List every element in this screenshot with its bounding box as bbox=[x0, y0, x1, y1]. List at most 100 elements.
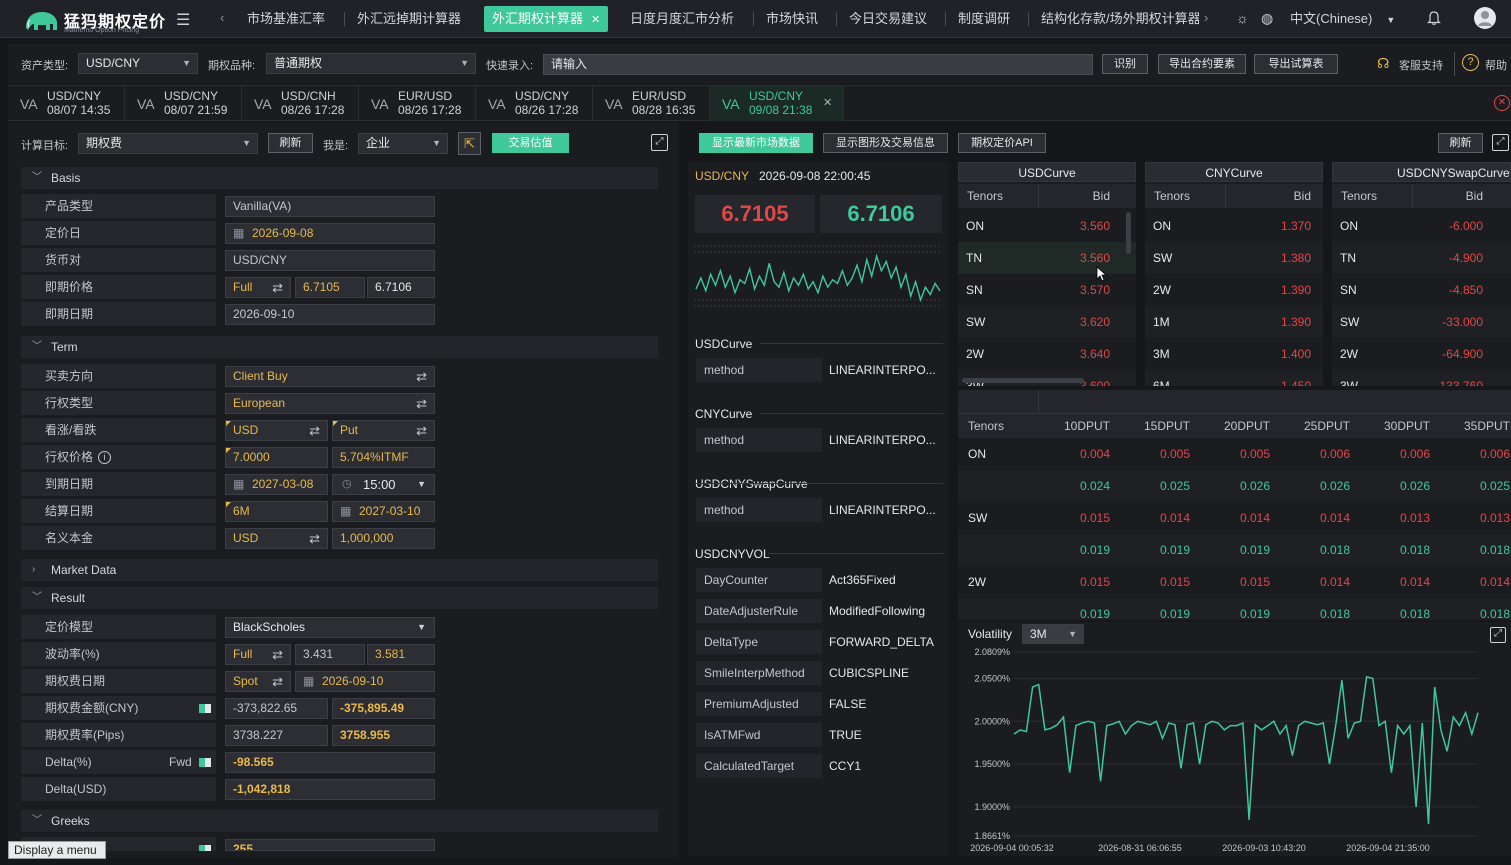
section-market-data-header[interactable]: › Market Data bbox=[21, 559, 658, 581]
table-row[interactable]: TN 3.560 bbox=[958, 242, 1136, 274]
doc-tab[interactable]: VA USD/CNY 08/07 14:35 bbox=[8, 86, 125, 121]
doc-tab[interactable]: VA USD/CNY 08/26 17:28 bbox=[476, 86, 593, 121]
help-label[interactable]: 帮助 bbox=[1485, 57, 1507, 73]
notional-input[interactable]: 1,000,000 bbox=[332, 528, 435, 549]
nav-tab-advice[interactable]: 今日交易建议 bbox=[849, 6, 927, 32]
table-row[interactable]: ON -6.000 bbox=[1332, 210, 1511, 242]
asset-type-select[interactable]: USD/CNY ▼ bbox=[78, 53, 198, 74]
vol-mode-toggle[interactable]: Full ⇄ bbox=[225, 644, 291, 665]
info-icon[interactable]: i bbox=[98, 451, 112, 465]
vertical-scrollbar[interactable] bbox=[1126, 212, 1131, 254]
premium-date-mode-toggle[interactable]: Spot ⇄ bbox=[225, 671, 291, 692]
expiry-time-select[interactable]: ◷ 15:00 ▼ bbox=[332, 474, 435, 495]
expand-icon[interactable]: ⤢ bbox=[1492, 134, 1509, 151]
nav-tab-research[interactable]: 制度调研 bbox=[958, 6, 1010, 32]
nav-tab-market-rate[interactable]: 市场基准汇率 bbox=[247, 6, 325, 32]
table-row[interactable]: SW -33.000 bbox=[1332, 306, 1511, 338]
bid-ask-icon[interactable] bbox=[199, 758, 211, 767]
export-trial-button[interactable]: 导出试算表 bbox=[1254, 54, 1338, 74]
expiry-date-field[interactable]: ▦ 2027-03-08 bbox=[225, 474, 328, 495]
settle-tenor-input[interactable]: 6M bbox=[225, 501, 328, 522]
premium-date-field[interactable]: ▦ 2026-09-10 bbox=[295, 671, 435, 692]
app-logo[interactable]: 猛犸期权定价 Mathemo Option Pricing bbox=[22, 5, 172, 35]
option-variety-select[interactable]: 普通期权 ▼ bbox=[266, 53, 476, 74]
direction-toggle[interactable]: Client Buy ⇄ bbox=[225, 366, 435, 387]
doc-tab[interactable]: VA EUR/USD 08/28 16:35 bbox=[593, 86, 710, 121]
headset-icon[interactable]: ☊ bbox=[1377, 55, 1389, 72]
avatar[interactable] bbox=[1474, 7, 1496, 29]
calc-target-select[interactable]: 期权费 ▼ bbox=[78, 133, 258, 154]
quick-entry-input[interactable]: 请输入 bbox=[543, 54, 1093, 75]
nav-tab-forward-calc[interactable]: 外汇远掉期计算器 bbox=[357, 6, 461, 32]
strike-input[interactable]: 7.0000 bbox=[225, 447, 328, 468]
table-row[interactable]: 2W 3.640 bbox=[958, 338, 1136, 370]
pricing-date-field[interactable]: ▦ 2026-09-08 bbox=[225, 223, 435, 244]
pricing-api-button[interactable]: 期权定价API bbox=[958, 133, 1046, 153]
i-am-select[interactable]: 企业 ▼ bbox=[358, 133, 448, 154]
doc-tab[interactable]: VA EUR/USD 08/26 17:28 bbox=[359, 86, 476, 121]
section-greeks-header[interactable]: ﹀ Greeks bbox=[21, 810, 658, 832]
section-result-header[interactable]: ﹀ Result bbox=[21, 587, 658, 609]
nav-tab-option-calc[interactable]: 外汇期权计算器 ✕ bbox=[484, 6, 609, 32]
notional-ccy-toggle[interactable]: USD ⇄ bbox=[225, 528, 328, 549]
strike-pct-input[interactable]: 5.704%ITMF bbox=[332, 447, 435, 468]
nav-tab-news[interactable]: 市场快讯 bbox=[766, 6, 818, 32]
close-icon[interactable]: ✕ bbox=[823, 96, 832, 109]
refresh-button[interactable]: 刷新 bbox=[268, 133, 313, 153]
bid-ask-icon[interactable] bbox=[199, 845, 211, 851]
close-icon[interactable]: ✕ bbox=[591, 14, 600, 26]
delta-mode-label[interactable]: Fwd bbox=[169, 750, 192, 774]
export-elements-button[interactable]: 导出合约要素 bbox=[1158, 54, 1246, 74]
table-row[interactable]: SN -4.850 bbox=[1332, 274, 1511, 306]
pricing-model-select[interactable]: BlackScholes ▼ bbox=[225, 617, 435, 638]
recognize-button[interactable]: 识别 bbox=[1102, 54, 1148, 74]
table-row[interactable]: SN 3.570 bbox=[958, 274, 1136, 306]
bid-ask-icon[interactable] bbox=[199, 704, 211, 713]
spot-mode-toggle[interactable]: Full ⇄ bbox=[225, 277, 291, 298]
trade-valuation-button[interactable]: 交易估值 bbox=[492, 133, 569, 153]
table-row[interactable]: SW 1.380 bbox=[1145, 242, 1323, 274]
close-all-icon[interactable]: ✕ bbox=[1494, 95, 1510, 111]
table-row[interactable]: ON 3.560 bbox=[958, 210, 1136, 242]
callput-ccy-toggle[interactable]: USD ⇄ bbox=[225, 420, 328, 441]
globe-icon[interactable]: ◍ bbox=[1261, 10, 1273, 27]
table-row[interactable]: 3W -133.760 bbox=[1332, 370, 1511, 386]
nav-next-icon[interactable]: › bbox=[1204, 10, 1208, 25]
doc-tab-active[interactable]: VA USD/CNY 09/08 21:38 ✕ bbox=[710, 86, 844, 121]
support-label[interactable]: 客服支持 bbox=[1399, 57, 1443, 73]
help-icon[interactable]: ? bbox=[1462, 54, 1479, 71]
spot-ask-input[interactable]: 6.7106 bbox=[367, 277, 435, 298]
doc-tab[interactable]: VA USD/CNY 08/07 21:59 bbox=[125, 86, 242, 121]
table-row[interactable]: 0.019 0.019 0.019 0.018 0.018 0.018 bbox=[958, 598, 1511, 620]
nav-prev-icon[interactable]: ‹ bbox=[220, 10, 224, 25]
nav-tab-structured[interactable]: 结构化存款/场外期权计算器 bbox=[1041, 6, 1199, 32]
expand-icon[interactable]: ⤢ bbox=[651, 134, 668, 151]
table-row[interactable]: 0.024 0.025 0.026 0.026 0.026 0.025 bbox=[958, 470, 1511, 502]
table-row[interactable]: ON 1.370 bbox=[1145, 210, 1323, 242]
settle-date-field[interactable]: ▦ 2027-03-10 bbox=[332, 501, 435, 522]
table-row[interactable]: 0.019 0.019 0.019 0.018 0.018 0.018 bbox=[958, 534, 1511, 566]
doc-tab[interactable]: VA USD/CNH 08/26 17:28 bbox=[242, 86, 359, 121]
callput-toggle[interactable]: Put ⇄ bbox=[332, 420, 435, 441]
show-chart-button[interactable]: 显示图形及交易信息 bbox=[823, 133, 948, 153]
table-row[interactable]: 3M 1.400 bbox=[1145, 338, 1323, 370]
table-row[interactable]: ON 0.004 0.005 0.005 0.006 0.006 0.006 bbox=[958, 438, 1511, 470]
table-row[interactable]: 2W 0.015 0.015 0.015 0.014 0.014 0.014 bbox=[958, 566, 1511, 598]
section-term-header[interactable]: ﹀ Term bbox=[21, 336, 658, 358]
sun-icon[interactable]: ☼ bbox=[1236, 10, 1249, 26]
show-latest-market-button[interactable]: 显示最新市场数据 bbox=[699, 133, 813, 153]
menu-icon[interactable]: ☰ bbox=[176, 10, 196, 29]
table-row[interactable]: 6M 1.450 bbox=[1145, 370, 1323, 386]
bell-icon[interactable] bbox=[1426, 10, 1442, 29]
spot-bid-input[interactable]: 6.7105 bbox=[295, 277, 365, 298]
table-row[interactable]: 1M 1.390 bbox=[1145, 306, 1323, 338]
language-selector[interactable]: 中文(Chinese) ▼ bbox=[1290, 6, 1395, 32]
exercise-type-toggle[interactable]: European ⇄ bbox=[225, 393, 435, 414]
nav-tab-analysis[interactable]: 日度月度汇市分析 bbox=[630, 6, 734, 32]
expand-icon[interactable]: ⤢ bbox=[1490, 627, 1506, 643]
share-icon[interactable]: ⇱ bbox=[458, 132, 481, 155]
horizontal-scrollbar[interactable] bbox=[962, 378, 1084, 383]
table-row[interactable]: SW 0.015 0.014 0.014 0.014 0.013 0.013 bbox=[958, 502, 1511, 534]
section-basis-header[interactable]: ﹀ Basis bbox=[21, 167, 658, 189]
right-refresh-button[interactable]: 刷新 bbox=[1438, 133, 1483, 153]
